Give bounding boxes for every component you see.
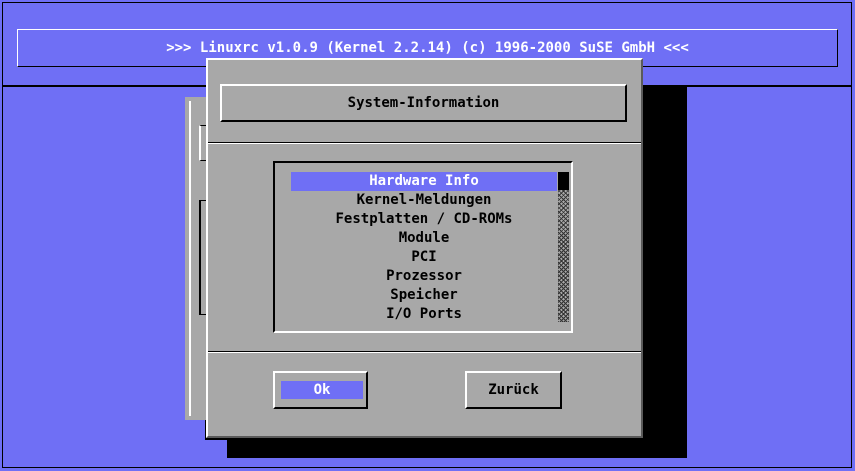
menu-item[interactable]: Hardware Info: [291, 172, 557, 191]
menu-item[interactable]: Prozessor: [291, 267, 557, 286]
menu-item[interactable]: Festplatten / CD-ROMs: [291, 210, 557, 229]
menu-item[interactable]: PCI: [291, 248, 557, 267]
dialog-title: System-Information: [347, 95, 500, 111]
divider: [208, 352, 641, 353]
scrollbar-thumb[interactable]: [558, 172, 569, 190]
menu-list[interactable]: Hardware Info Kernel-Meldungen Festplatten…: [291, 172, 557, 324]
scrollbar[interactable]: [558, 172, 569, 322]
divider: [208, 143, 641, 144]
menu-item[interactable]: I/O Ports: [291, 305, 557, 324]
menu-item[interactable]: Module: [291, 229, 557, 248]
menu-item[interactable]: Kernel-Meldungen: [291, 191, 557, 210]
background-dialog-edge: [189, 101, 191, 416]
ok-button-label[interactable]: Ok: [281, 381, 363, 399]
menu-item[interactable]: Speicher: [291, 286, 557, 305]
back-button[interactable]: Zurück: [465, 371, 562, 409]
